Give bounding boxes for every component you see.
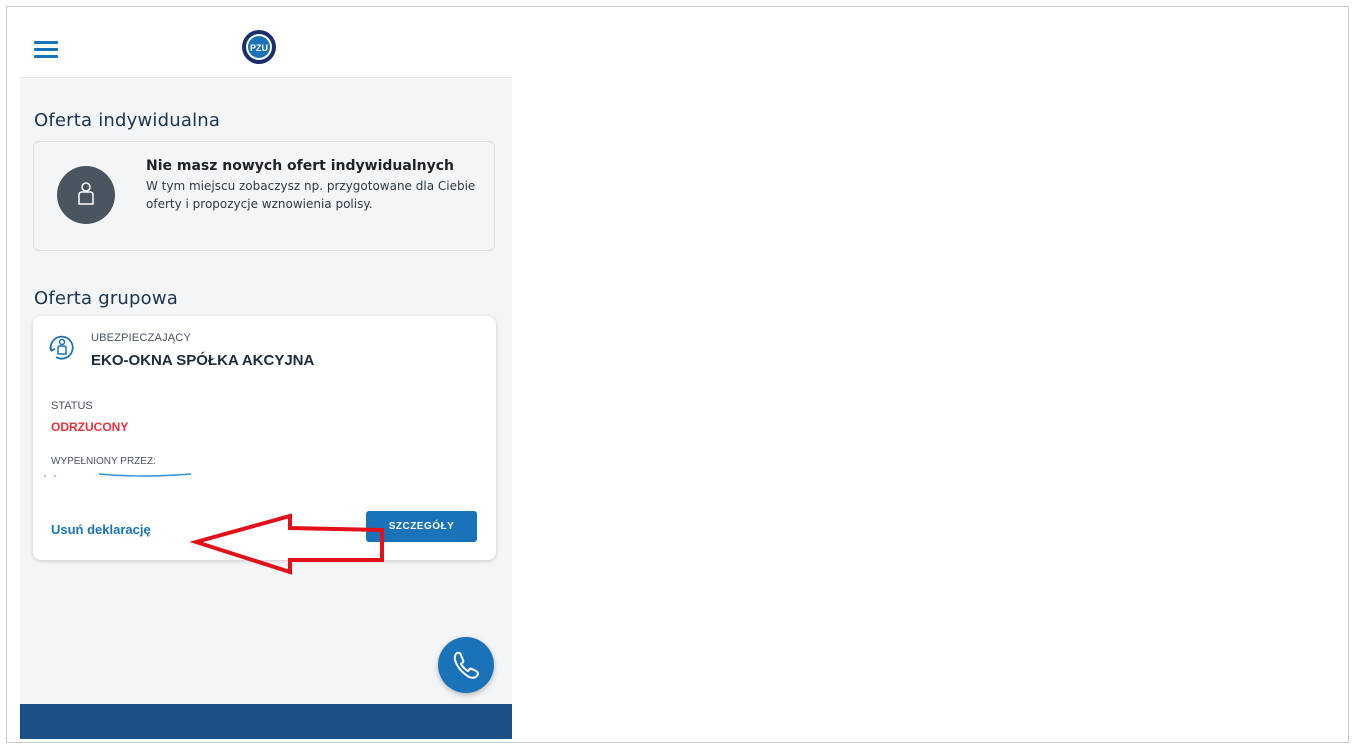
insurer-label: UBEZPIECZAJĄCY [91, 332, 191, 344]
no-offers-heading: Nie masz nowych ofert indywidualnych [146, 158, 454, 174]
group-offer-title: Oferta grupowa [34, 288, 179, 309]
hamburger-menu-icon[interactable] [34, 41, 58, 59]
call-button[interactable] [438, 637, 494, 693]
no-offers-description: W tym miejscu zobaczysz np. przygotowane… [146, 179, 476, 211]
person-icon [57, 166, 115, 224]
insurer-name: EKO-OKNA SPÓŁKA AKCYJNA [91, 352, 315, 369]
svg-text:PZU: PZU [250, 43, 268, 53]
individual-offer-card: Nie masz nowych ofert indywidualnych W t… [33, 141, 495, 251]
insurer-person-icon [49, 335, 74, 360]
bottom-navigation-bar [20, 704, 512, 739]
status-label: STATUS [51, 400, 93, 412]
remove-declaration-link[interactable]: Usuń deklarację [51, 522, 151, 537]
top-bar: PZU [20, 20, 512, 78]
mobile-app-screen: PZU Oferta indywidualna Nie masz nowych … [20, 20, 512, 739]
status-badge: ODRZUCONY [51, 420, 129, 434]
redaction-scribble [44, 473, 192, 477]
phone-icon [453, 651, 479, 679]
pzu-logo[interactable]: PZU [241, 29, 277, 65]
individual-offer-title: Oferta indywidualna [34, 110, 221, 131]
red-arrow-annotation [190, 513, 384, 575]
